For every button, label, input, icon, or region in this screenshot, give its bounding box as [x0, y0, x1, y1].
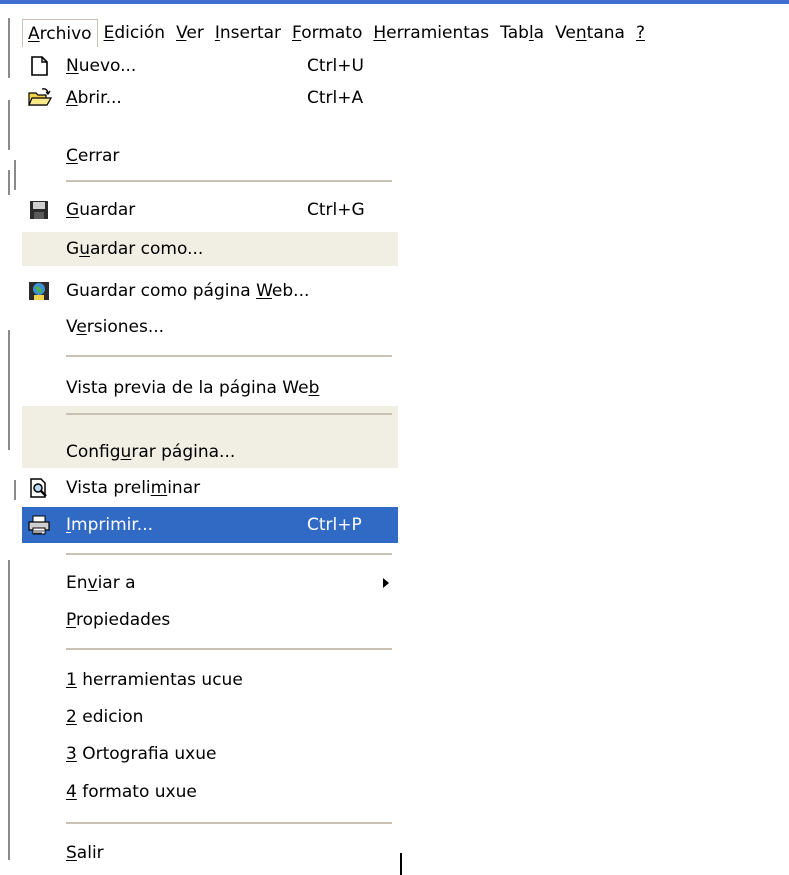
menu-ayuda[interactable]: ? [631, 19, 650, 47]
menu-item-label: Guardar [66, 200, 136, 220]
menu-item-label: 4 formato uxue [66, 782, 197, 802]
window-edge [8, 560, 10, 860]
window-edge [14, 160, 16, 190]
printer-icon [28, 515, 50, 535]
window-edge [8, 170, 10, 195]
recent-file-2[interactable]: 2 edicion [22, 701, 398, 733]
shortcut-text: Ctrl+G [307, 200, 365, 220]
menu-item-configurar-pagina[interactable]: Configurar página... [22, 436, 398, 468]
window-edge [8, 330, 10, 450]
window-top-border [0, 0, 789, 4]
menu-edicion[interactable]: Edición [99, 19, 171, 47]
window-edge [8, 18, 10, 78]
menu-border [400, 853, 402, 875]
menu-insertar[interactable]: Insertar [210, 19, 286, 47]
menu-separator [66, 180, 392, 182]
new-document-icon [28, 56, 50, 76]
menu-item-label: Propiedades [66, 610, 171, 630]
recent-file-1[interactable]: 1 herramientas ucue [22, 664, 398, 696]
menu-formato[interactable]: Formato [287, 19, 367, 47]
menu-bar: Archivo Edición Ver Insertar Formato Her… [22, 18, 789, 48]
menu-item-enviar-a[interactable]: Enviar a [22, 567, 398, 599]
floppy-disk-icon [28, 200, 50, 220]
shortcut-text: Ctrl+U [307, 56, 364, 76]
menu-item-salir[interactable]: Salir [22, 837, 398, 869]
menu-ventana[interactable]: Ventana [550, 19, 630, 47]
menu-item-abrir[interactable]: Abrir... Ctrl+A [22, 82, 398, 114]
menu-item-label: Abrir... [66, 88, 122, 108]
menu-item-label: Vista preliminar [66, 478, 201, 498]
window-edge [14, 480, 16, 500]
shortcut-text: Ctrl+A [307, 88, 364, 108]
menu-item-nuevo[interactable]: Nuevo... Ctrl+U [22, 50, 398, 82]
menu-separator [66, 413, 392, 415]
menu-item-label: Imprimir... [66, 515, 154, 535]
shortcut-text: Ctrl+P [307, 515, 362, 535]
menu-item-label: Cerrar [66, 146, 120, 166]
menu-item-label: Versiones... [66, 317, 165, 337]
menu-item-vista-preliminar[interactable]: Vista preliminar [22, 472, 398, 504]
save-web-icon [28, 281, 50, 301]
menu-item-versiones[interactable]: Versiones... [22, 311, 398, 343]
menu-item-label: Vista previa de la página Web [66, 378, 320, 398]
submenu-arrow-icon [383, 578, 389, 588]
menu-separator [66, 553, 392, 555]
menu-herramientas[interactable]: Herramientas [368, 19, 494, 47]
menu-item-label: Configurar página... [66, 442, 236, 462]
menu-separator [66, 648, 392, 650]
menu-item-propiedades[interactable]: Propiedades [22, 604, 398, 636]
menu-item-label: Guardar como página Web... [66, 281, 310, 301]
menu-item-label: Enviar a [66, 573, 136, 593]
menu-item-label: Nuevo... [66, 56, 137, 76]
menu-ver[interactable]: Ver [171, 19, 209, 47]
menu-item-label: Salir [66, 843, 104, 863]
menu-item-vista-previa-web[interactable]: Vista previa de la página Web [22, 372, 398, 404]
menu-separator [66, 822, 392, 824]
menu-item-label: 3 Ortografia uxue [66, 744, 217, 764]
menu-archivo[interactable]: Archivo [22, 19, 98, 47]
open-folder-icon [28, 88, 53, 108]
menu-item-label: Guardar como... [66, 239, 204, 259]
menu-item-imprimir[interactable]: Imprimir... Ctrl+P [22, 507, 398, 543]
menu-tabla[interactable]: Tabla [495, 19, 549, 47]
menu-item-guardar-como[interactable]: Guardar como... [22, 232, 398, 266]
menu-item-label: 2 edicion [66, 707, 144, 727]
menu-item-cerrar[interactable]: Cerrar [22, 140, 398, 172]
menu-separator [66, 355, 392, 357]
window-edge [8, 100, 10, 150]
recent-file-4[interactable]: 4 formato uxue [22, 776, 398, 808]
print-preview-icon [28, 478, 50, 498]
menu-item-label: 1 herramientas ucue [66, 670, 243, 690]
menu-item-guardar-como-web[interactable]: Guardar como página Web... [22, 275, 398, 307]
recent-file-3[interactable]: 3 Ortografia uxue [22, 738, 398, 770]
menu-item-guardar[interactable]: Guardar Ctrl+G [22, 194, 398, 226]
archivo-dropdown-menu: Nuevo... Ctrl+U Abrir... Ctrl+A Cerrar G… [22, 48, 402, 875]
